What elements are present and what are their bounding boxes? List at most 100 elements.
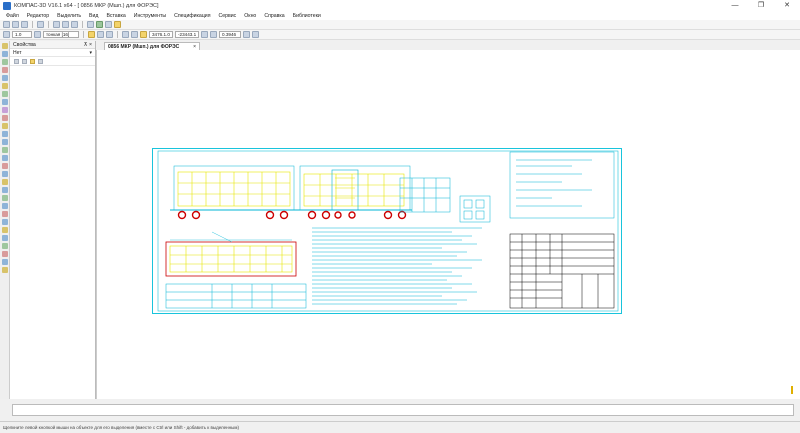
- contour-tool-icon[interactable]: [2, 243, 8, 249]
- local-cs-icon[interactable]: [140, 31, 147, 38]
- minimize-button[interactable]: —: [722, 0, 748, 11]
- save-icon[interactable]: [21, 21, 28, 28]
- menu-select[interactable]: Выделить: [57, 13, 81, 19]
- menu-editor[interactable]: Редактор: [27, 13, 49, 19]
- hatch-tool-icon[interactable]: [2, 195, 8, 201]
- grid-icon[interactable]: [122, 31, 129, 38]
- menu-help[interactable]: Справка: [264, 13, 284, 19]
- list-icon[interactable]: [38, 58, 43, 64]
- point-tool-icon[interactable]: [2, 123, 8, 129]
- rectangle-tool-icon[interactable]: [2, 171, 8, 177]
- coord-y-field[interactable]: -23443.1: [175, 31, 199, 38]
- snap-icon[interactable]: [88, 31, 95, 38]
- redo-icon[interactable]: [106, 31, 113, 38]
- standard-toolbar: [0, 20, 800, 30]
- offset-tool-icon[interactable]: [2, 219, 8, 225]
- print-icon[interactable]: [37, 21, 44, 28]
- menu-file[interactable]: Файл: [6, 13, 19, 19]
- fillet-tool-icon[interactable]: [2, 203, 8, 209]
- line-style-select[interactable]: тонкая [16]: [43, 31, 79, 38]
- ortho-icon[interactable]: [131, 31, 138, 38]
- library-icon[interactable]: [96, 21, 103, 28]
- object-label: Нет: [13, 49, 22, 56]
- refresh-icon[interactable]: [252, 31, 259, 38]
- break-tool-icon[interactable]: [2, 259, 8, 265]
- arc-tool-icon[interactable]: [2, 155, 8, 161]
- sheet-frame: [152, 148, 622, 314]
- scale-icon: [3, 31, 10, 38]
- segment-tool-icon[interactable]: [2, 139, 8, 145]
- menu-service[interactable]: Сервис: [219, 13, 237, 19]
- menu-insert[interactable]: Вставка: [106, 13, 125, 19]
- parametrization-tool-icon[interactable]: [2, 75, 8, 81]
- circle-tool-icon[interactable]: [2, 147, 8, 153]
- insert-tool-icon[interactable]: [2, 115, 8, 121]
- menu-bar: Файл Редактор Выделить Вид Вставка Инстр…: [0, 11, 800, 20]
- ellipse-tool-icon[interactable]: [2, 163, 8, 169]
- spline-tool-icon[interactable]: [2, 187, 8, 193]
- maximize-button[interactable]: ❐: [748, 0, 774, 11]
- trim-tool-icon[interactable]: [2, 251, 8, 257]
- toolbar-separator: [83, 31, 84, 38]
- properties-icon[interactable]: [87, 21, 94, 28]
- help-icon[interactable]: [114, 21, 121, 28]
- menu-view[interactable]: Вид: [89, 13, 98, 19]
- zoom-in-icon[interactable]: [201, 31, 208, 38]
- pan-icon[interactable]: [243, 31, 250, 38]
- scale-field[interactable]: 1.0: [12, 31, 32, 38]
- undo-icon[interactable]: [97, 31, 104, 38]
- filter-icon[interactable]: [14, 58, 19, 64]
- menu-window[interactable]: Окно: [244, 13, 256, 19]
- paste-icon[interactable]: [71, 21, 78, 28]
- open-document-icon[interactable]: [12, 21, 19, 28]
- zoom-out-icon[interactable]: [210, 31, 217, 38]
- measure-tool-icon[interactable]: [2, 83, 8, 89]
- layer-icon[interactable]: [34, 31, 41, 38]
- table-tool-icon[interactable]: [2, 235, 8, 241]
- properties-panel: Свойства ⊼ × Нет ▾: [10, 41, 96, 399]
- reports-tool-icon[interactable]: [2, 107, 8, 113]
- geometry-tool-icon[interactable]: [2, 43, 8, 49]
- status-bar: Щелкните левой кнопкой мыши на объекте д…: [0, 421, 800, 433]
- menu-libraries[interactable]: Библиотеки: [293, 13, 321, 19]
- menu-specification[interactable]: Спецификация: [174, 13, 210, 19]
- window-title: КОМПАС-3D V16.1 x64 - [ 0856 МКР (Мшп.) …: [14, 2, 159, 9]
- document-tab[interactable]: 0856 МКР (Мшп.) для ФОРЭС ×: [104, 42, 200, 50]
- close-button[interactable]: ✕: [774, 0, 800, 11]
- properties-title: Свойства: [13, 41, 36, 48]
- chamfer-tool-icon[interactable]: [2, 211, 8, 217]
- zoom-field[interactable]: 0.3946: [219, 31, 241, 38]
- text-tool-icon[interactable]: [2, 227, 8, 233]
- command-line-field[interactable]: [12, 404, 794, 416]
- sort-icon[interactable]: [22, 58, 27, 64]
- edit-tool-icon[interactable]: [2, 67, 8, 73]
- chevron-down-icon: ▾: [89, 49, 92, 56]
- properties-header: Свойства ⊼ ×: [10, 41, 95, 49]
- toolbar-separator: [48, 21, 49, 28]
- copy-icon[interactable]: [62, 21, 69, 28]
- spec-tool-icon[interactable]: [2, 99, 8, 105]
- close-icon[interactable]: ×: [89, 42, 92, 48]
- line-tool-icon[interactable]: [2, 131, 8, 137]
- toolbar-separator: [117, 31, 118, 38]
- pin-icon[interactable]: ⊼: [84, 42, 88, 48]
- compact-toolbar: [0, 41, 10, 399]
- close-tab-icon[interactable]: ×: [193, 44, 196, 50]
- toolbar-separator: [82, 21, 83, 28]
- select-tool-icon[interactable]: [2, 91, 8, 97]
- dimensions-tool-icon[interactable]: [2, 51, 8, 57]
- pen-tool-icon[interactable]: [2, 267, 8, 273]
- polygon-tool-icon[interactable]: [2, 179, 8, 185]
- cut-icon[interactable]: [53, 21, 60, 28]
- cursor-marker: [791, 386, 793, 394]
- new-document-icon[interactable]: [3, 21, 10, 28]
- notation-tool-icon[interactable]: [2, 59, 8, 65]
- object-selector[interactable]: Нет ▾: [10, 49, 95, 57]
- drawing-canvas[interactable]: [96, 50, 800, 399]
- properties-toolbar: [10, 57, 95, 66]
- view-icon[interactable]: [30, 58, 35, 64]
- menu-tools[interactable]: Инструменты: [134, 13, 166, 19]
- toolbar-separator: [32, 21, 33, 28]
- manager-icon[interactable]: [105, 21, 112, 28]
- coord-x-field[interactable]: 3476.1.0: [149, 31, 173, 38]
